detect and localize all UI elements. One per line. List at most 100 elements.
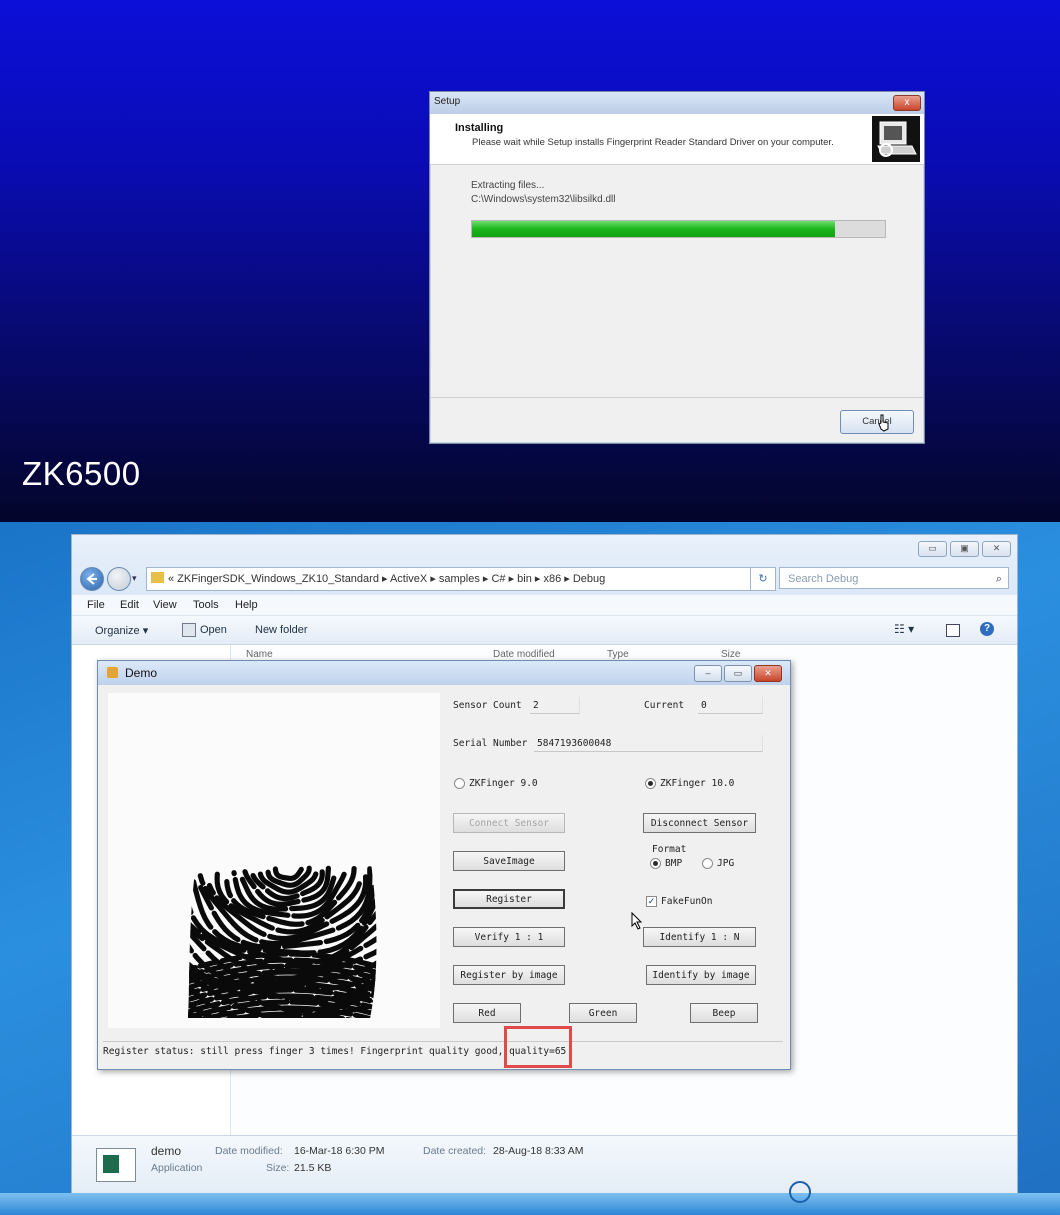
menu-bar: File Edit View Tools Help: [72, 595, 1017, 616]
search-icon: ⌕: [995, 573, 1002, 585]
register-button[interactable]: Register: [453, 889, 565, 909]
hand-cursor-icon: [878, 414, 889, 432]
maximize-button[interactable]: ▭: [724, 665, 752, 682]
menu-file[interactable]: File: [87, 599, 105, 611]
zkfinger9-label: ZKFinger 9.0: [469, 778, 538, 789]
column-name[interactable]: Name: [246, 649, 273, 660]
fakefun-checkbox[interactable]: ✓: [646, 896, 657, 907]
format-label: Format: [652, 844, 687, 855]
serial-number-field[interactable]: 5847193600048: [534, 735, 763, 752]
setup-header-description: Please wait while Setup installs Fingerp…: [472, 137, 834, 148]
disconnect-sensor-button[interactable]: Disconnect Sensor: [643, 813, 756, 833]
serial-number-label: Serial Number: [453, 738, 528, 749]
maximize-button[interactable]: ▣: [950, 541, 979, 557]
device-caption: ZK6500: [22, 455, 141, 492]
quality-highlight-box: [504, 1026, 572, 1068]
setup-header-title: Installing: [455, 122, 504, 134]
fingerprint-image: [108, 693, 440, 1028]
sensor-count-field[interactable]: 2: [530, 697, 580, 714]
red-button[interactable]: Red: [453, 1003, 521, 1023]
install-video-frame: Setup x Installing Please wait while Set…: [0, 0, 1060, 522]
forward-button[interactable]: [107, 567, 131, 591]
file-kind: Application: [151, 1162, 203, 1174]
file-name: demo: [151, 1144, 182, 1158]
column-size[interactable]: Size: [721, 649, 740, 660]
search-input[interactable]: Search Debug ⌕: [779, 567, 1009, 589]
identify-by-image-button[interactable]: Identify by image: [646, 965, 756, 985]
save-image-button[interactable]: SaveImage: [453, 851, 565, 871]
new-folder-button[interactable]: New folder: [255, 624, 308, 636]
preview-pane-icon[interactable]: [946, 624, 960, 637]
menu-help[interactable]: Help: [235, 599, 258, 611]
search-placeholder: Search Debug: [788, 573, 859, 585]
folder-icon: [151, 572, 164, 583]
installer-icon: [872, 116, 920, 162]
fingerprint-icon: [188, 865, 377, 1019]
setup-separator: [430, 397, 924, 398]
help-icon[interactable]: ?: [980, 622, 994, 636]
refresh-button[interactable]: ↻: [750, 567, 776, 591]
connect-sensor-button[interactable]: Connect Sensor: [453, 813, 565, 833]
zkfinger10-radio[interactable]: [645, 778, 656, 789]
identify-button[interactable]: Identify 1 : N: [643, 927, 756, 947]
jpg-label: JPG: [717, 858, 735, 869]
refresh-icon: ↻: [758, 573, 768, 585]
menu-edit[interactable]: Edit: [120, 599, 139, 611]
cancel-button[interactable]: Cancel: [840, 410, 914, 434]
current-label: Current: [644, 700, 685, 711]
minimize-button[interactable]: –: [694, 665, 722, 682]
arrow-cursor-icon: [631, 912, 643, 930]
details-pane: demo Application Date modified: 16-Mar-1…: [72, 1135, 1017, 1196]
breadcrumb: « ZKFingerSDK_Windows_ZK10_Standard ▸ Ac…: [168, 573, 606, 585]
busy-cursor-icon: [789, 1181, 811, 1203]
open-button[interactable]: Open: [200, 624, 227, 636]
setup-dialog: Setup x Installing Please wait while Set…: [429, 91, 925, 444]
column-type[interactable]: Type: [607, 649, 629, 660]
back-arrow-icon: [86, 573, 97, 585]
application-icon: [96, 1148, 136, 1182]
extract-status: Extracting files...: [471, 180, 545, 191]
zkfinger9-radio[interactable]: [454, 778, 465, 789]
address-bar[interactable]: « ZKFingerSDK_Windows_ZK10_Standard ▸ Ac…: [146, 567, 775, 591]
date-created-label: Date created:: [423, 1145, 487, 1157]
green-button[interactable]: Green: [569, 1003, 637, 1023]
current-field[interactable]: 0: [698, 697, 763, 714]
back-button[interactable]: [80, 567, 104, 591]
register-by-image-button[interactable]: Register by image: [453, 965, 565, 985]
minimize-button[interactable]: ▭: [918, 541, 947, 557]
beep-button[interactable]: Beep: [690, 1003, 758, 1023]
open-icon: [182, 623, 196, 637]
setup-titlebar: Setup x: [430, 92, 924, 114]
close-button[interactable]: x: [893, 95, 921, 111]
menu-view[interactable]: View: [153, 599, 177, 611]
extract-file-path: C:\Windows\system32\libsilkd.dll: [471, 194, 616, 205]
close-button[interactable]: ✕: [754, 665, 782, 682]
size-value: 21.5 KB: [294, 1162, 332, 1174]
size-label: Size:: [266, 1162, 290, 1174]
column-date-modified[interactable]: Date modified: [493, 649, 555, 660]
bmp-label: BMP: [665, 858, 683, 869]
date-modified-label: Date modified:: [215, 1145, 283, 1157]
command-bar: Organize ▾ Open New folder ☷ ▾ ?: [72, 616, 1017, 645]
setup-title: Setup: [434, 96, 461, 107]
bmp-radio[interactable]: [650, 858, 661, 869]
sensor-count-label: Sensor Count: [453, 700, 522, 711]
view-options-icon[interactable]: ☷ ▾: [894, 622, 914, 636]
menu-tools[interactable]: Tools: [193, 599, 219, 611]
recent-dropdown[interactable]: ▾: [132, 567, 142, 589]
date-created-value: 28-Aug-18 8:33 AM: [493, 1145, 584, 1157]
window-controls: ▭ ▣ ✕: [918, 541, 1011, 557]
install-progress-bar: [471, 220, 886, 238]
close-button[interactable]: ✕: [982, 541, 1011, 557]
setup-header: Installing Please wait while Setup insta…: [430, 114, 924, 165]
desktop-frame: ▭ ▣ ✕ ▾ « ZKFingerSDK_Windows_ZK10_Stand…: [0, 522, 1060, 1215]
fakefun-label: FakeFunOn: [661, 896, 713, 907]
date-modified-value: 16-Mar-18 6:30 PM: [294, 1145, 385, 1157]
jpg-radio[interactable]: [702, 858, 713, 869]
zkfinger10-label: ZKFinger 10.0: [660, 778, 735, 789]
verify-button[interactable]: Verify 1 : 1: [453, 927, 565, 947]
taskbar: [0, 1181, 1060, 1215]
organize-button[interactable]: Organize ▾: [95, 624, 148, 637]
status-text: Register status: still press finger 3 ti…: [103, 1041, 783, 1062]
demo-window-controls: – ▭ ✕: [694, 665, 782, 682]
